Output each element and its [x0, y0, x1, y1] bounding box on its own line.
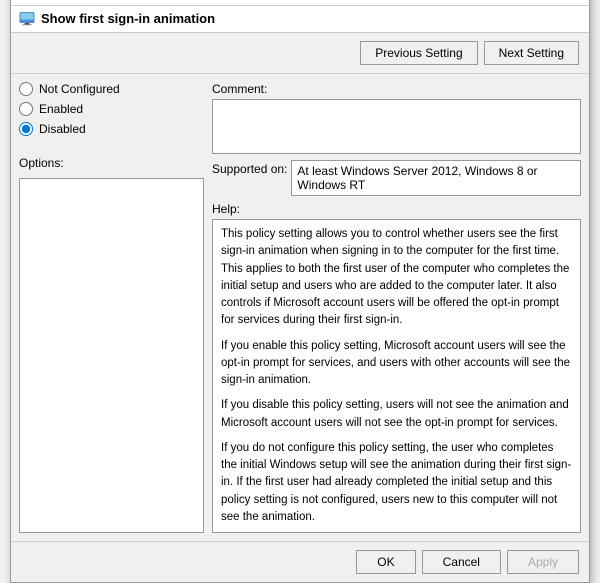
apply-button[interactable]: Apply	[507, 550, 579, 574]
radio-enabled[interactable]: Enabled	[19, 102, 204, 116]
help-text-box[interactable]: This policy setting allows you to contro…	[212, 219, 581, 533]
radio-not-configured[interactable]: Not Configured	[19, 82, 204, 96]
footer: OK Cancel Apply	[11, 541, 589, 582]
main-content: Not Configured Enabled Disabled Options:…	[11, 74, 589, 541]
radio-disabled-input[interactable]	[19, 122, 33, 136]
right-panel: Comment: Supported on: At least Windows …	[204, 82, 581, 533]
radio-not-configured-input[interactable]	[19, 82, 33, 96]
help-label: Help:	[212, 202, 581, 216]
radio-disabled-label: Disabled	[39, 122, 86, 136]
supported-on-value: At least Windows Server 2012, Windows 8 …	[291, 160, 581, 196]
radio-enabled-input[interactable]	[19, 102, 33, 116]
previous-setting-button[interactable]: Previous Setting	[360, 41, 477, 65]
toolbar: Previous Setting Next Setting	[11, 33, 589, 74]
subtitle-icon	[19, 10, 35, 26]
supported-section: Supported on: At least Windows Server 20…	[212, 160, 581, 196]
comment-section: Comment:	[212, 82, 581, 154]
comment-label: Comment:	[212, 82, 581, 96]
help-paragraph: If you enable this policy setting, Micro…	[221, 338, 572, 390]
dialog-window: Show first sign-in animation − □ ✕ Show …	[10, 0, 590, 583]
options-label: Options:	[19, 156, 204, 170]
radio-not-configured-label: Not Configured	[39, 82, 120, 96]
left-panel: Not Configured Enabled Disabled Options:	[19, 82, 204, 533]
next-setting-button[interactable]: Next Setting	[484, 41, 579, 65]
help-section: Help: This policy setting allows you to …	[212, 202, 581, 533]
comment-input[interactable]	[212, 99, 581, 154]
help-paragraph: This policy setting allows you to contro…	[221, 226, 572, 330]
ok-button[interactable]: OK	[356, 550, 415, 574]
subtitle-text: Show first sign-in animation	[41, 11, 215, 26]
help-paragraph: If you disable this policy setting, user…	[221, 397, 572, 432]
supported-on-label: Supported on:	[212, 160, 287, 176]
radio-group: Not Configured Enabled Disabled	[19, 82, 204, 136]
options-box	[19, 178, 204, 533]
radio-disabled[interactable]: Disabled	[19, 122, 204, 136]
cancel-button[interactable]: Cancel	[422, 550, 501, 574]
subtitle-bar: Show first sign-in animation	[11, 6, 589, 33]
help-paragraph: If you do not configure this policy sett…	[221, 440, 572, 526]
radio-enabled-label: Enabled	[39, 102, 83, 116]
supported-on-text: At least Windows Server 2012, Windows 8 …	[297, 164, 537, 192]
